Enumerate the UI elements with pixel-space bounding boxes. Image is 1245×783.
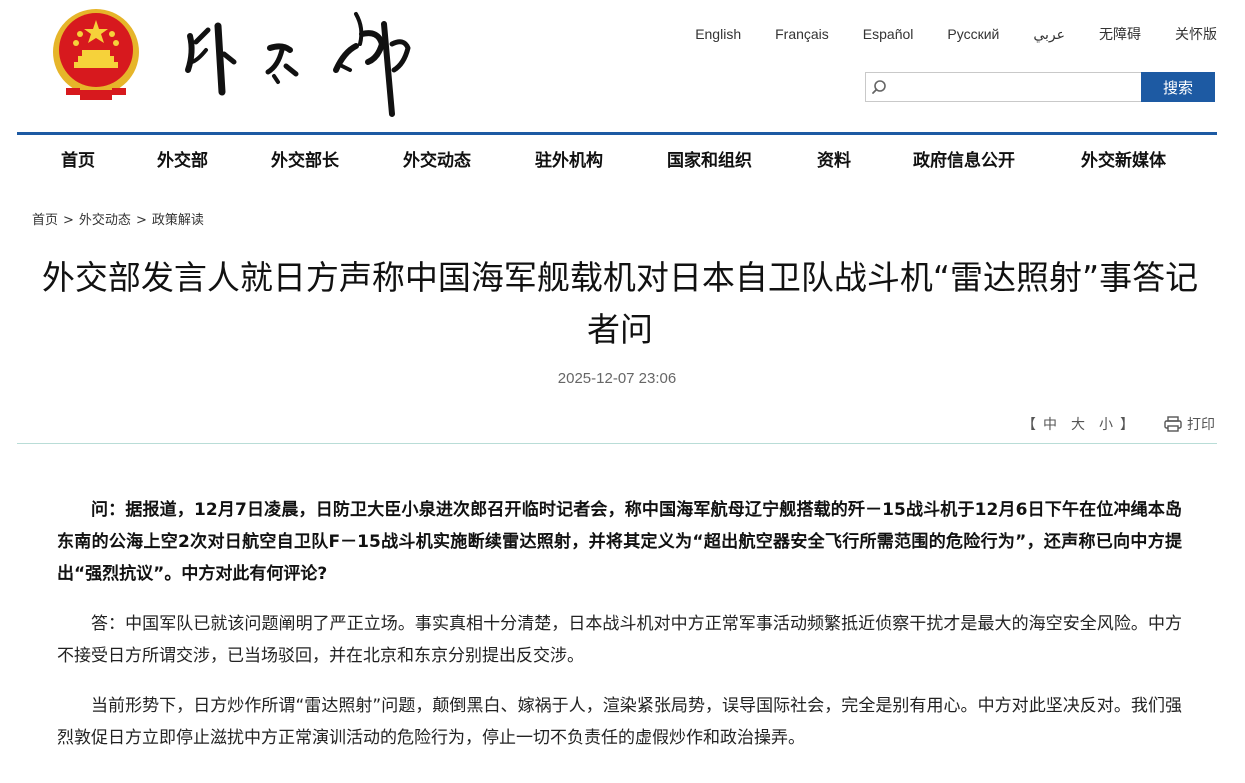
font-size-large[interactable]: 中 [1043, 414, 1057, 434]
calligraphy-logo[interactable] [178, 4, 418, 120]
breadcrumb-policy[interactable]: 政策解读 [152, 213, 204, 228]
paragraph-statement: 当前形势下，日方炒作所谓“雷达照射”问题，颠倒黑白、嫁祸于人，渲染紧张局势，误导… [57, 696, 1182, 748]
nav-item-gov-info[interactable]: 政府信息公开 [913, 135, 1015, 187]
search-input[interactable] [892, 73, 1141, 101]
printer-icon [1164, 416, 1182, 432]
main-nav: 首页 外交部 外交部长 外交动态 驻外机构 国家和组织 资料 政府信息公开 外交… [17, 132, 1217, 187]
paragraph-question: 问：据报道，12月7日凌晨，日防卫大臣小泉进次郎召开临时记者会，称中国海军航母辽… [57, 500, 1182, 584]
search-button[interactable]: 搜索 [1141, 72, 1215, 102]
bracket-close: 】 [1120, 417, 1134, 433]
breadcrumb-home[interactable]: 首页 [32, 213, 58, 228]
lang-spanish-link[interactable]: Español [863, 24, 914, 44]
national-emblem-icon[interactable] [50, 6, 142, 102]
font-size-medium[interactable]: 大 [1071, 414, 1085, 434]
lang-french-link[interactable]: Français [775, 24, 829, 44]
nav-item-news[interactable]: 外交动态 [403, 135, 471, 187]
lang-english-link[interactable]: English [695, 24, 741, 44]
nav-item-countries[interactable]: 国家和组织 [667, 135, 752, 187]
breadcrumb: 首页 > 外交动态 > 政策解读 [32, 209, 204, 228]
nav-item-minister[interactable]: 外交部长 [271, 135, 339, 187]
article-tools: 【 中 大 小 】 打印 [1022, 414, 1215, 434]
breadcrumb-separator: > [135, 213, 147, 228]
elderly-care-link[interactable]: 关怀版 [1175, 24, 1217, 44]
article-body: 问：据报道，12月7日凌晨，日防卫大臣小泉进次郎召开临时记者会，称中国海军航母辽… [57, 494, 1182, 772]
font-size-small[interactable]: 小 [1099, 414, 1113, 434]
lang-arabic-link[interactable]: عربي [1033, 24, 1065, 44]
bracket-open: 【 [1022, 417, 1036, 433]
print-label: 打印 [1187, 417, 1215, 433]
lang-russian-link[interactable]: Русский [947, 24, 999, 44]
breadcrumb-separator: > [63, 213, 74, 228]
nav-item-missions[interactable]: 驻外机构 [535, 135, 603, 187]
divider [17, 443, 1217, 444]
search-box: 搜索 [865, 72, 1215, 102]
accessibility-link[interactable]: 无障碍 [1099, 24, 1141, 44]
breadcrumb-news[interactable]: 外交动态 [79, 213, 131, 228]
print-button[interactable]: 打印 [1164, 414, 1215, 434]
nav-item-resources[interactable]: 资料 [817, 135, 851, 187]
search-icon [866, 73, 892, 101]
nav-item-ministry[interactable]: 外交部 [157, 135, 208, 187]
language-bar: English Français Español Русский عربي 无障… [661, 24, 1217, 44]
nav-item-home[interactable]: 首页 [61, 135, 95, 187]
font-size-switcher: 【 中 大 小 】 [1022, 414, 1134, 434]
nav-item-new-media[interactable]: 外交新媒体 [1081, 135, 1166, 187]
article-title: 外交部发言人就日方声称中国海军舰载机对日本自卫队战斗机“雷达照射”事答记者问 [41, 258, 1199, 349]
paragraph-answer: 答：中国军队已就该问题阐明了严正立场。事实真相十分清楚，日本战斗机对中方正常军事… [57, 614, 1182, 666]
article-date: 2025-12-07 23:06 [557, 370, 677, 387]
